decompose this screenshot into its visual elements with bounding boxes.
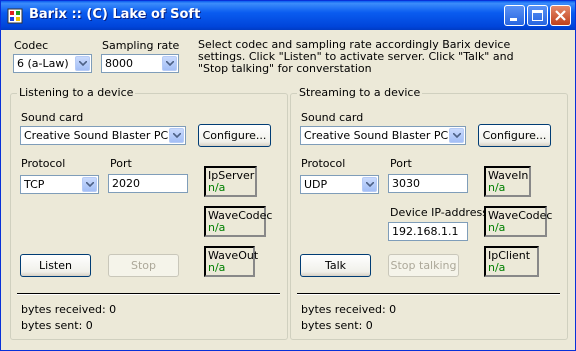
device-ip-input[interactable]: 192.168.1.1 (388, 222, 468, 241)
stream-soundcard-select[interactable]: Creative Sound Blaster PCI (300, 126, 466, 145)
listen-port-input[interactable]: 2020 (108, 174, 188, 193)
waveout-status-state: n/a (208, 261, 226, 274)
stop-talking-button[interactable]: Stop talking (388, 254, 459, 277)
chevron-down-icon (366, 182, 374, 187)
listen-protocol-dropdown-button[interactable] (82, 177, 97, 192)
stream-soundcard-dropdown-button[interactable] (449, 128, 464, 143)
stream-configure-label: Configure... (482, 129, 547, 142)
listen-configure-button[interactable]: Configure... (198, 124, 271, 147)
listen-protocol-select[interactable]: TCP (20, 175, 99, 194)
ipserver-status-state: n/a (208, 181, 226, 194)
close-icon (555, 10, 566, 21)
codec-select[interactable]: 6 (a-Law) (13, 54, 92, 73)
stream-protocol-dropdown-button[interactable] (362, 177, 377, 192)
wavein-status: WaveIn n/a (484, 166, 531, 197)
stream-protocol-select[interactable]: UDP (300, 175, 379, 194)
listen-button[interactable]: Listen (20, 254, 91, 277)
listen-soundcard-label: Sound card (21, 111, 84, 124)
listen-configure-label: Configure... (202, 129, 267, 142)
close-button[interactable] (550, 5, 571, 26)
stream-port-label: Port (390, 157, 412, 170)
chevron-down-icon (86, 182, 94, 187)
client-area: Codec 6 (a-Law) Sampling rate 8000 Selec… (4, 30, 572, 348)
stream-separator (297, 293, 560, 295)
stream-configure-button[interactable]: Configure... (478, 124, 551, 147)
listen-button-label: Listen (39, 259, 72, 272)
maximize-icon (532, 10, 543, 21)
listen-separator (17, 293, 280, 295)
stream-bytes-received: bytes received: 0 (301, 303, 397, 316)
listen-bytes-sent: bytes sent: 0 (21, 319, 93, 332)
stream-protocol-value: UDP (304, 178, 328, 191)
ipclient-status: IpClient n/a (484, 246, 539, 277)
stop-button-label: Stop (130, 259, 156, 272)
listen-protocol-label: Protocol (21, 157, 66, 170)
stream-bytes-sent: bytes sent: 0 (301, 319, 373, 332)
main-window: Barix :: (C) Lake of Soft Codec 6 (a-Law… (0, 0, 576, 351)
stream-port-value: 3030 (392, 177, 420, 190)
stream-wavecodec-status: WaveCodec n/a (484, 206, 552, 237)
listen-wavecodec-status: WaveCodec n/a (204, 206, 272, 237)
talk-button[interactable]: Talk (300, 254, 371, 277)
chevron-down-icon (79, 61, 87, 66)
listen-soundcard-select[interactable]: Creative Sound Blaster PCI (20, 126, 186, 145)
stream-soundcard-value: Creative Sound Blaster PCI (304, 129, 452, 142)
stream-port-input[interactable]: 3030 (388, 174, 468, 193)
listen-soundcard-value: Creative Sound Blaster PCI (24, 129, 172, 142)
app-icon (7, 8, 23, 24)
ipclient-status-state: n/a (488, 261, 506, 274)
minimize-button[interactable] (504, 5, 525, 26)
listening-group-title: Listening to a device (17, 86, 136, 99)
ipserver-status: IpServer n/a (204, 166, 257, 197)
instructions-text: Select codec and sampling rate according… (198, 38, 514, 75)
listen-bytes-received: bytes received: 0 (21, 303, 117, 316)
sampling-rate-select[interactable]: 8000 (101, 54, 179, 73)
listen-soundcard-dropdown-button[interactable] (169, 128, 184, 143)
stream-protocol-label: Protocol (301, 157, 346, 170)
streaming-group-title: Streaming to a device (297, 86, 423, 99)
waveout-status: WaveOut n/a (204, 246, 258, 277)
codec-value: 6 (a-Law) (17, 57, 69, 70)
listen-wavecodec-status-state: n/a (208, 221, 226, 234)
minimize-icon (510, 18, 517, 21)
stop-button[interactable]: Stop (108, 254, 179, 277)
stop-talking-button-label: Stop talking (390, 259, 457, 272)
chevron-down-icon (166, 61, 174, 66)
stream-soundcard-label: Sound card (301, 111, 364, 124)
listen-protocol-value: TCP (24, 178, 45, 191)
chevron-down-icon (453, 133, 461, 138)
sampling-rate-value: 8000 (105, 57, 133, 70)
listen-port-label: Port (110, 157, 132, 170)
wavein-status-state: n/a (488, 181, 506, 194)
sampling-rate-label: Sampling rate (102, 39, 180, 52)
codec-dropdown-button[interactable] (75, 56, 90, 71)
maximize-button[interactable] (527, 5, 548, 26)
device-ip-label: Device IP-address (390, 206, 488, 219)
codec-label: Codec (14, 39, 49, 52)
device-ip-value: 192.168.1.1 (392, 225, 459, 238)
talk-button-label: Talk (324, 259, 347, 272)
stream-wavecodec-status-state: n/a (488, 221, 506, 234)
window-title: Barix :: (C) Lake of Soft (29, 7, 201, 22)
sampling-rate-dropdown-button[interactable] (162, 56, 177, 71)
listen-port-value: 2020 (112, 177, 140, 190)
title-bar[interactable]: Barix :: (C) Lake of Soft (1, 1, 575, 30)
chevron-down-icon (173, 133, 181, 138)
